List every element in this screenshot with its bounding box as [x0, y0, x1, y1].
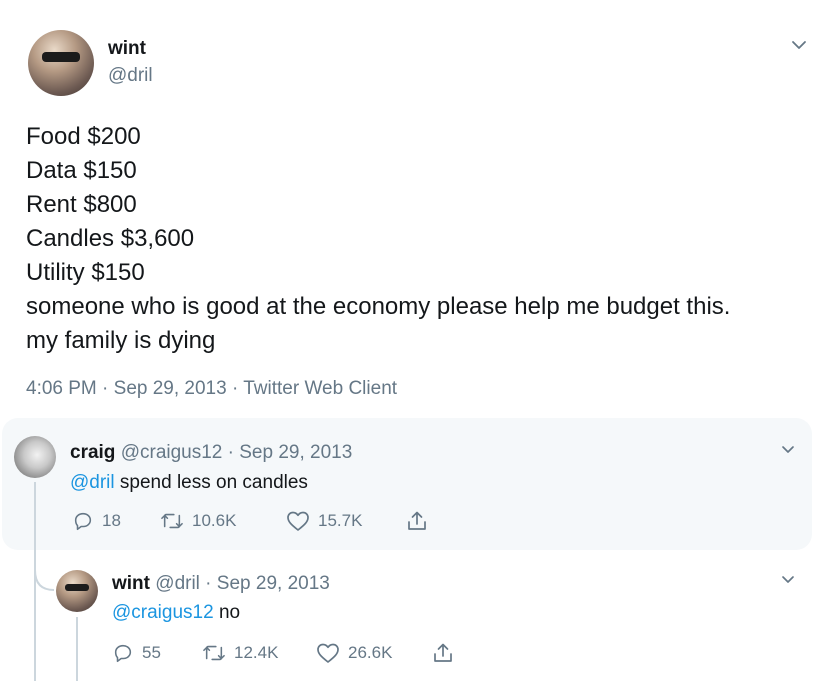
tweet-line: someone who is good at the economy pleas… — [26, 293, 731, 320]
tweet-line: Candles $3,600 — [26, 225, 195, 252]
reply-icon — [114, 644, 132, 663]
like-count: 15.7K — [318, 511, 363, 530]
tweet-text: Food $200 Data $150 Rent $800 Candles $3… — [26, 120, 730, 358]
reply-actions: 55 12.4K 26.6K — [112, 642, 454, 664]
share-button[interactable] — [432, 642, 454, 664]
chevron-down-icon[interactable] — [780, 572, 796, 588]
retweet-button[interactable]: 12.4K — [202, 642, 316, 664]
reply-mention[interactable]: @craigus12 — [112, 602, 214, 623]
reply-display-name[interactable]: craig — [70, 442, 115, 463]
reply-actions: 18 10.6K 15.7K — [72, 510, 428, 532]
reply-header: craig @craigus12 · Sep 29, 2013 — [70, 442, 352, 464]
reply-header: wint @dril · Sep 29, 2013 — [112, 573, 330, 595]
retweet-icon — [203, 645, 225, 661]
reply-body: no — [213, 602, 241, 623]
reply-body: spend less on candles — [114, 472, 308, 493]
reply-text: @craigus12 no — [112, 602, 240, 624]
reply-mention[interactable]: @dril — [70, 472, 115, 493]
chevron-down-icon[interactable] — [780, 442, 796, 458]
like-icon — [287, 511, 309, 531]
tweet-line: Food $200 — [26, 123, 141, 150]
reply-button[interactable]: 55 — [112, 642, 202, 664]
like-button[interactable]: 26.6K — [316, 642, 432, 664]
reply-handle-date[interactable]: @dril · Sep 29, 2013 — [155, 573, 330, 594]
retweet-icon — [161, 513, 183, 529]
author-handle[interactable]: @dril — [108, 65, 153, 87]
author-display-name[interactable]: wint — [108, 38, 146, 60]
avatar-glasses — [42, 52, 80, 62]
avatar-wint[interactable] — [56, 570, 98, 612]
like-count: 26.6K — [348, 643, 393, 662]
reply-count: 55 — [142, 643, 161, 662]
thread-line — [76, 617, 78, 681]
reply-handle-date[interactable]: @craigus12 · Sep 29, 2013 — [121, 442, 353, 463]
retweet-count: 10.6K — [192, 511, 237, 530]
reply-display-name[interactable]: wint — [112, 573, 150, 594]
tweet-line: my family is dying — [26, 327, 216, 354]
tweet-line: Data $150 — [26, 157, 137, 184]
tweet-line: Utility $150 — [26, 259, 145, 286]
share-button[interactable] — [406, 510, 428, 532]
retweet-button[interactable]: 10.6K — [160, 510, 286, 532]
share-icon — [434, 643, 452, 662]
retweet-count: 12.4K — [234, 643, 279, 662]
avatar-wint[interactable] — [28, 30, 94, 96]
like-button[interactable]: 15.7K — [286, 510, 406, 532]
reply-text: @dril spend less on candles — [70, 472, 308, 494]
avatar-craig[interactable] — [14, 436, 56, 478]
tweet-timestamp[interactable]: 4:06 PM · Sep 29, 2013 · Twitter Web Cli… — [26, 378, 397, 400]
tweet-line: Rent $800 — [26, 191, 137, 218]
reply-button[interactable]: 18 — [72, 510, 160, 532]
share-icon — [408, 511, 426, 530]
reply-count: 18 — [102, 511, 121, 530]
avatar-glasses — [65, 584, 89, 591]
chevron-down-icon[interactable] — [790, 36, 808, 54]
like-icon — [317, 643, 339, 663]
reply-icon — [74, 512, 92, 531]
